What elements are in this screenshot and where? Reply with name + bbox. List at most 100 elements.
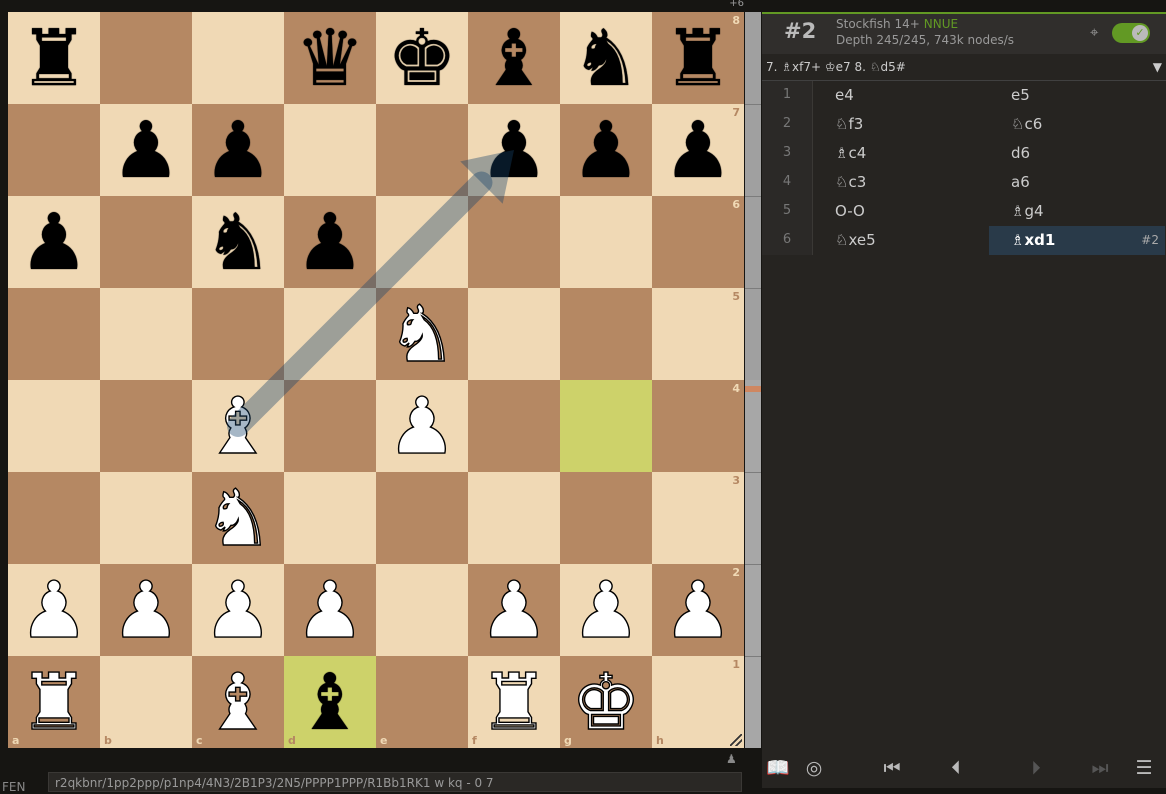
menu-icon[interactable]: ☰ xyxy=(1132,756,1156,780)
white-king-piece[interactable]: ♚ xyxy=(560,656,652,748)
square-c6[interactable]: ♞ xyxy=(192,196,284,288)
white-bishop-piece[interactable]: ♝ xyxy=(192,380,284,472)
square-c8[interactable] xyxy=(192,12,284,104)
white-pawn-piece[interactable]: ♟ xyxy=(8,564,100,656)
square-g7[interactable]: ♟ xyxy=(560,104,652,196)
white-move[interactable]: ♘c3 xyxy=(813,168,989,197)
white-knight-piece[interactable]: ♞ xyxy=(192,472,284,564)
square-e7[interactable] xyxy=(376,104,468,196)
square-g1[interactable]: ♚ g xyxy=(560,656,652,749)
square-b7[interactable]: ♟ xyxy=(100,104,192,196)
square-h4[interactable]: 4 xyxy=(652,380,744,472)
square-e3[interactable] xyxy=(376,472,468,564)
black-rook-piece[interactable]: ♜ xyxy=(8,12,100,104)
black-move[interactable]: d6 xyxy=(989,139,1165,168)
black-king-piece[interactable]: ♚ xyxy=(376,12,468,104)
last-move-icon[interactable]: ⏭ xyxy=(1088,756,1112,780)
square-a6[interactable]: ♟ xyxy=(8,196,100,288)
move-san-text[interactable]: d6 xyxy=(1011,144,1030,162)
move-san-text[interactable]: ♗g4 xyxy=(1011,202,1044,220)
black-queen-piece[interactable]: ♛ xyxy=(284,12,376,104)
white-move[interactable]: ♘xe5 xyxy=(813,226,989,255)
board-resize-handle[interactable] xyxy=(730,734,742,746)
move-san-text[interactable]: ♘c6 xyxy=(1011,115,1042,133)
square-d5[interactable] xyxy=(284,288,376,380)
white-bishop-piece[interactable]: ♝ xyxy=(192,656,284,748)
square-g4[interactable] xyxy=(560,380,652,472)
black-pawn-piece[interactable]: ♟ xyxy=(560,104,652,196)
square-b2[interactable]: ♟ xyxy=(100,564,192,657)
square-e4[interactable]: ♟ xyxy=(376,380,468,473)
pv-expand-icon[interactable]: ▼ xyxy=(1153,54,1162,80)
white-pawn-piece[interactable]: ♟ xyxy=(652,564,744,656)
white-pawn-piece[interactable]: ♟ xyxy=(376,380,468,472)
move-san-text[interactable]: ♗c4 xyxy=(835,144,866,162)
square-f2[interactable]: ♟ xyxy=(468,564,560,657)
next-move-icon[interactable]: ⏵ xyxy=(1024,756,1048,780)
pv-text[interactable]: 7. ♗xf7+ ♔e7 8. ♘d5# xyxy=(766,60,906,74)
square-g5[interactable] xyxy=(560,288,652,380)
target-icon[interactable]: ⌖ xyxy=(1090,25,1104,40)
square-b5[interactable] xyxy=(100,288,192,380)
white-rook-piece[interactable]: ♜ xyxy=(8,656,100,748)
square-g2[interactable]: ♟ xyxy=(560,564,652,657)
square-f5[interactable] xyxy=(468,288,560,380)
square-c1[interactable]: ♝ c xyxy=(192,656,284,749)
square-f8[interactable]: ♝ xyxy=(468,12,560,104)
black-knight-piece[interactable]: ♞ xyxy=(192,196,284,288)
square-e6[interactable] xyxy=(376,196,468,288)
square-e8[interactable]: ♚ xyxy=(376,12,468,104)
square-d1[interactable]: ♝ d xyxy=(284,656,376,748)
black-pawn-piece[interactable]: ♟ xyxy=(192,104,284,196)
square-a7[interactable] xyxy=(8,104,100,196)
black-rook-piece[interactable]: ♜ xyxy=(652,12,744,104)
square-d7[interactable] xyxy=(284,104,376,196)
square-g3[interactable] xyxy=(560,472,652,564)
practice-target-icon[interactable]: ◎ xyxy=(802,756,826,780)
black-pawn-piece[interactable]: ♟ xyxy=(8,196,100,288)
square-f6[interactable] xyxy=(468,196,560,288)
square-e1[interactable]: e xyxy=(376,656,468,748)
white-pawn-piece[interactable]: ♟ xyxy=(192,564,284,656)
square-f4[interactable] xyxy=(468,380,560,472)
black-knight-piece[interactable]: ♞ xyxy=(560,12,652,104)
square-b6[interactable] xyxy=(100,196,192,288)
square-h6[interactable]: 6 xyxy=(652,196,744,288)
white-pawn-piece[interactable]: ♟ xyxy=(468,564,560,656)
square-f3[interactable] xyxy=(468,472,560,564)
black-pawn-piece[interactable]: ♟ xyxy=(284,196,376,288)
square-a4[interactable] xyxy=(8,380,100,472)
white-move[interactable]: O-O xyxy=(813,197,989,226)
move-san-text[interactable]: e5 xyxy=(1011,86,1030,104)
square-b4[interactable] xyxy=(100,380,192,472)
white-move[interactable]: e4 xyxy=(813,81,989,110)
book-icon[interactable]: 📖 xyxy=(766,756,790,780)
move-san-text[interactable]: ♘xe5 xyxy=(835,231,876,249)
square-b8[interactable] xyxy=(100,12,192,104)
square-a3[interactable] xyxy=(8,472,100,564)
square-c5[interactable] xyxy=(192,288,284,380)
move-san-text[interactable]: e4 xyxy=(835,86,854,104)
square-c2[interactable]: ♟ xyxy=(192,564,284,657)
black-move[interactable]: ♗g4 xyxy=(989,197,1165,226)
move-san-text[interactable]: O-O xyxy=(835,202,865,220)
white-rook-piece[interactable]: ♜ xyxy=(468,656,560,748)
square-b1[interactable]: b xyxy=(100,656,192,748)
move-san-text[interactable]: a6 xyxy=(1011,173,1030,191)
square-b3[interactable] xyxy=(100,472,192,564)
square-h8[interactable]: ♜ 8 xyxy=(652,12,744,104)
square-d2[interactable]: ♟ xyxy=(284,564,376,657)
square-e5[interactable]: ♞ xyxy=(376,288,468,381)
engine-toggle[interactable]: ✓ xyxy=(1112,23,1150,43)
principal-variation[interactable]: 7. ♗xf7+ ♔e7 8. ♘d5# ▼ xyxy=(762,54,1166,81)
move-san-text[interactable]: ♘f3 xyxy=(835,115,863,133)
black-move[interactable]: e5 xyxy=(989,81,1165,110)
move-san-text[interactable]: ♗xd1 xyxy=(1011,231,1055,249)
square-d6[interactable]: ♟ xyxy=(284,196,376,288)
black-bishop-piece[interactable]: ♝ xyxy=(284,656,376,748)
square-f7[interactable]: ♟ xyxy=(468,104,560,196)
square-c3[interactable]: ♞ xyxy=(192,472,284,565)
chess-board[interactable]: ♜ ♛ ♚ ♝ ♞ ♜ 8 ♟ ♟ ♟ ♟ ♟ 7 ♟ ♞ ♟ 6 ♞ 5 ♝ ♟ 4 ♞ 3 ♟ ♟ ♟ ♟ ♟ ♟ ♟ 2 ♜ a b ♝ c ♝ d e… xyxy=(8,12,744,749)
square-a2[interactable]: ♟ xyxy=(8,564,100,657)
square-a5[interactable] xyxy=(8,288,100,380)
